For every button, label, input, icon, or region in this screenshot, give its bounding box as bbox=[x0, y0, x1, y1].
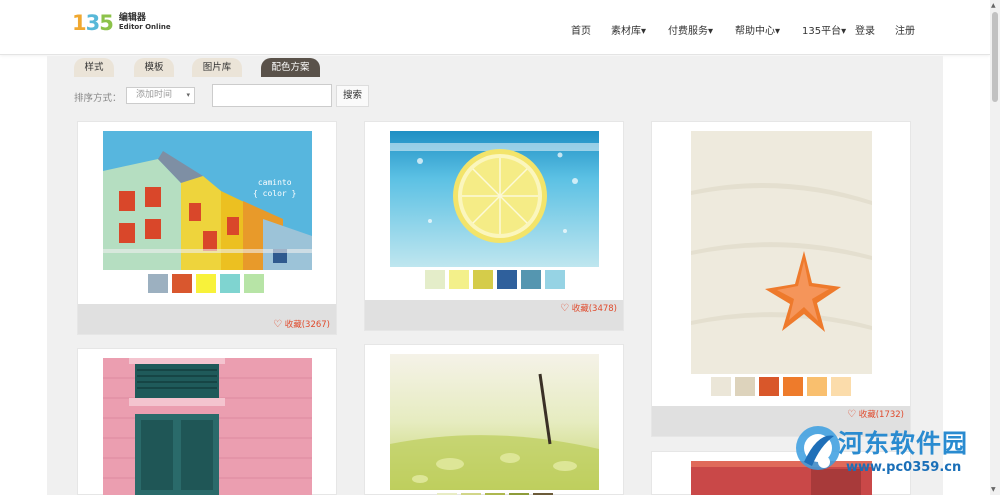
leaf-drops-photo bbox=[390, 354, 599, 490]
scroll-up-icon[interactable]: ▲ bbox=[991, 2, 996, 9]
scheme-photo[interactable] bbox=[390, 354, 599, 490]
nav-help-center[interactable]: 帮助中心▾ bbox=[735, 22, 780, 37]
nav-materials[interactable]: 素材库▾ bbox=[611, 22, 646, 37]
nav-register[interactable]: 注册 bbox=[895, 22, 915, 37]
nav-login[interactable]: 登录 bbox=[855, 22, 875, 37]
color-swatch[interactable] bbox=[545, 270, 565, 289]
logo-en-text: Editor Online bbox=[118, 23, 171, 32]
color-swatch[interactable] bbox=[473, 270, 493, 289]
color-scheme-card[interactable]: ♡ 收藏(1732) bbox=[651, 121, 911, 437]
favorite-button[interactable]: ♡ 收藏(1732) bbox=[847, 408, 904, 420]
card-footer: ♡ 收藏(3267) bbox=[78, 304, 336, 334]
search-input[interactable] bbox=[212, 84, 332, 107]
chevron-down-icon: ▾ bbox=[186, 91, 190, 99]
color-swatch[interactable] bbox=[425, 270, 445, 289]
card-footer: ♡ 收藏(3478) bbox=[365, 300, 623, 330]
color-scheme-card[interactable]: ♡ 收藏(3478) bbox=[364, 121, 624, 331]
favorite-button[interactable]: ♡ 收藏(3478) bbox=[560, 302, 617, 314]
tab-styles[interactable]: 样式 bbox=[74, 58, 114, 77]
color-swatch[interactable] bbox=[711, 377, 731, 396]
lemon-photo bbox=[390, 131, 599, 267]
scheme-photo[interactable]: caminto { color } bbox=[103, 131, 312, 270]
watermark: 河东软件园 www.pc0359.cn bbox=[790, 420, 1000, 495]
watermark-logo-icon bbox=[796, 426, 840, 470]
tab-templates[interactable]: 模板 bbox=[134, 58, 174, 77]
scheme-photo[interactable] bbox=[103, 358, 312, 495]
color-swatch[interactable] bbox=[831, 377, 851, 396]
nav-home[interactable]: 首页 bbox=[571, 22, 591, 37]
page-scrollbar[interactable]: ▲ ▼ bbox=[990, 0, 1000, 495]
scrollbar-thumb[interactable] bbox=[992, 12, 998, 102]
heart-icon: ♡ bbox=[273, 319, 283, 330]
sort-select-value: 添加时间 bbox=[136, 90, 173, 100]
favorite-count: 收藏(3478) bbox=[571, 304, 617, 314]
color-swatch[interactable] bbox=[220, 274, 240, 293]
photo-caption: caminto { color } bbox=[253, 178, 297, 198]
tab-color-schemes[interactable]: 配色方案 bbox=[261, 58, 320, 77]
site-logo[interactable]: 135 编辑器 Editor Online bbox=[72, 10, 171, 36]
color-scheme-card[interactable] bbox=[364, 344, 624, 495]
color-scheme-card[interactable]: caminto { color } ♡ 收藏(3267) bbox=[77, 121, 337, 335]
sort-select[interactable]: 添加时间 ▾ bbox=[126, 87, 195, 104]
search-button[interactable]: 搜索 bbox=[336, 85, 369, 107]
top-header: 135 编辑器 Editor Online 首页 素材库▾ 付费服务▾ 帮助中心… bbox=[0, 0, 990, 55]
color-swatch[interactable] bbox=[735, 377, 755, 396]
color-swatch[interactable] bbox=[497, 270, 517, 289]
logo-text: 编辑器 Editor Online bbox=[118, 13, 171, 32]
color-swatch[interactable] bbox=[196, 274, 216, 293]
nav-paid-services[interactable]: 付费服务▾ bbox=[668, 22, 713, 37]
starfish-photo bbox=[691, 131, 872, 374]
color-swatch[interactable] bbox=[449, 270, 469, 289]
favorite-count: 收藏(3267) bbox=[284, 320, 330, 330]
heart-icon: ♡ bbox=[847, 409, 857, 420]
scroll-down-icon[interactable]: ▼ bbox=[991, 486, 996, 493]
caminto-photo bbox=[103, 131, 312, 270]
color-swatch[interactable] bbox=[148, 274, 168, 293]
logo-number: 135 bbox=[72, 10, 114, 35]
color-swatch[interactable] bbox=[783, 377, 803, 396]
watermark-url: www.pc0359.cn bbox=[846, 460, 962, 475]
color-swatch[interactable] bbox=[172, 274, 192, 293]
scheme-photo[interactable] bbox=[390, 131, 599, 267]
favorite-button[interactable]: ♡ 收藏(3267) bbox=[273, 318, 330, 330]
color-scheme-card[interactable] bbox=[77, 348, 337, 495]
pink-door-photo bbox=[103, 358, 312, 495]
color-swatch[interactable] bbox=[759, 377, 779, 396]
sort-label: 排序方式： bbox=[74, 93, 122, 104]
color-swatch[interactable] bbox=[521, 270, 541, 289]
tab-image-library[interactable]: 图片库 bbox=[192, 58, 242, 77]
color-swatch[interactable] bbox=[807, 377, 827, 396]
color-swatch[interactable] bbox=[244, 274, 264, 293]
heart-icon: ♡ bbox=[560, 303, 570, 314]
favorite-count: 收藏(1732) bbox=[858, 410, 904, 420]
scheme-photo[interactable] bbox=[691, 131, 872, 374]
watermark-title: 河东软件园 bbox=[838, 429, 969, 458]
nav-135-platform[interactable]: 135平台▾ bbox=[802, 22, 846, 37]
